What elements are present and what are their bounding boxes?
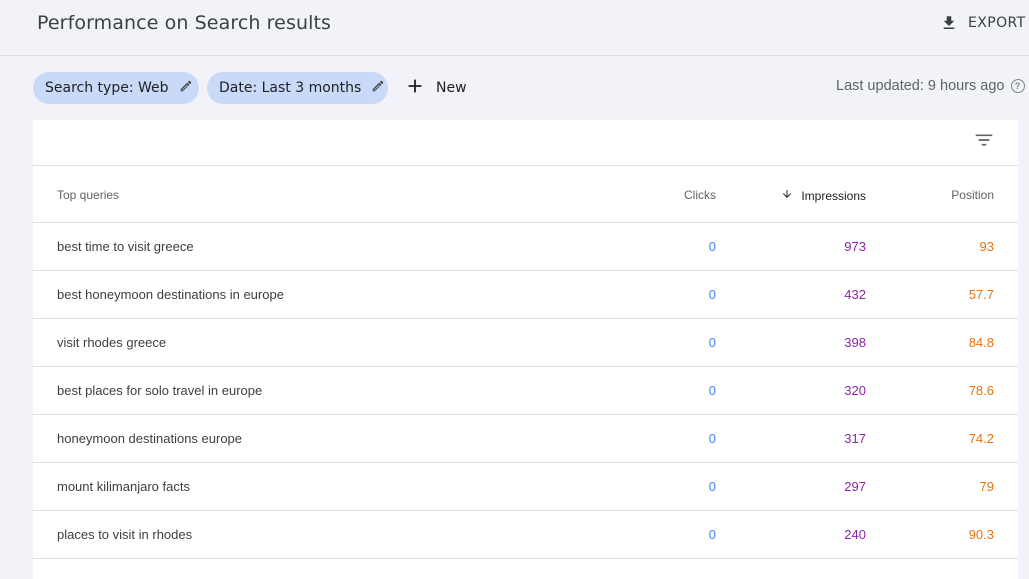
clicks-cell: 0	[708, 383, 716, 398]
table-row[interactable]: best honeymoon destinations in europe 0 …	[33, 271, 1018, 319]
search-performance-page: Performance on Search results EXPORT Sea…	[0, 0, 1029, 579]
clicks-cell: 0	[708, 479, 716, 494]
clicks-cell: 0	[708, 335, 716, 350]
export-label: EXPORT	[968, 15, 1026, 31]
position-cell: 79	[979, 479, 994, 494]
download-icon	[940, 14, 958, 32]
plus-icon	[404, 75, 426, 101]
clicks-cell: 0	[708, 287, 716, 302]
column-header-impressions[interactable]: Impressions	[781, 188, 866, 203]
table-body: best time to visit greece 0 973 93 best …	[33, 223, 1018, 559]
query-cell: best places for solo travel in europe	[57, 383, 263, 398]
last-updated: Last updated: 9 hours ago ?	[836, 78, 1025, 94]
search-type-filter-chip[interactable]: Search type: Web	[33, 72, 199, 104]
queries-table-card: Top queries Clicks Impressions Position …	[33, 120, 1018, 579]
position-cell: 90.3	[968, 527, 994, 542]
impressions-cell: 432	[844, 287, 866, 302]
pencil-icon[interactable]	[179, 79, 193, 97]
chip-label: Search type: Web	[45, 80, 169, 96]
table-row[interactable]: best places for solo travel in europe 0 …	[33, 367, 1018, 415]
query-cell: mount kilimanjaro facts	[57, 479, 190, 494]
impressions-cell: 973	[844, 239, 866, 254]
impressions-header-label: Impressions	[801, 188, 866, 203]
clicks-cell: 0	[708, 527, 716, 542]
export-button[interactable]: EXPORT	[940, 9, 1026, 37]
arrow-down-icon	[781, 188, 793, 203]
impressions-cell: 398	[844, 335, 866, 350]
new-label: New	[436, 80, 467, 96]
table-toolbar	[33, 120, 1018, 166]
query-cell: places to visit in rhodes	[57, 527, 193, 542]
table-row[interactable]: best time to visit greece 0 973 93	[33, 223, 1018, 271]
date-filter-chip[interactable]: Date: Last 3 months	[207, 72, 388, 104]
clicks-cell: 0	[708, 431, 716, 446]
clicks-cell: 0	[708, 239, 716, 254]
table-row[interactable]: honeymoon destinations europe 0 317 74.2	[33, 415, 1018, 463]
impressions-cell: 240	[844, 527, 866, 542]
position-cell: 57.7	[968, 287, 994, 302]
impressions-cell: 317	[844, 431, 866, 446]
new-filter-button[interactable]: New	[404, 72, 467, 104]
query-cell: best time to visit greece	[57, 239, 194, 254]
impressions-cell: 297	[844, 479, 866, 494]
position-cell: 84.8	[968, 335, 994, 350]
query-cell: visit rhodes greece	[57, 335, 167, 350]
page-title: Performance on Search results	[37, 12, 332, 34]
help-icon[interactable]: ?	[1010, 79, 1025, 93]
table-row[interactable]: visit rhodes greece 0 398 84.8	[33, 319, 1018, 367]
query-cell: best honeymoon destinations in europe	[57, 287, 284, 302]
table-row[interactable]: mount kilimanjaro facts 0 297 79	[33, 463, 1018, 511]
impressions-cell: 320	[844, 383, 866, 398]
column-header-position[interactable]: Position	[951, 188, 994, 202]
position-cell: 93	[979, 239, 994, 254]
page-header: Performance on Search results EXPORT	[0, 0, 1029, 56]
query-cell: honeymoon destinations europe	[57, 431, 243, 446]
table-row[interactable]: places to visit in rhodes 0 240 90.3	[33, 511, 1018, 559]
last-updated-text: Last updated: 9 hours ago	[836, 78, 1005, 94]
chip-label: Date: Last 3 months	[219, 80, 362, 96]
column-header-queries: Top queries	[57, 188, 120, 202]
position-cell: 74.2	[968, 431, 994, 446]
filter-icon[interactable]	[973, 129, 995, 156]
column-header-clicks[interactable]: Clicks	[684, 188, 716, 202]
position-cell: 78.6	[968, 383, 994, 398]
pencil-icon[interactable]	[371, 79, 385, 97]
table-header: Top queries Clicks Impressions Position	[33, 166, 1018, 223]
